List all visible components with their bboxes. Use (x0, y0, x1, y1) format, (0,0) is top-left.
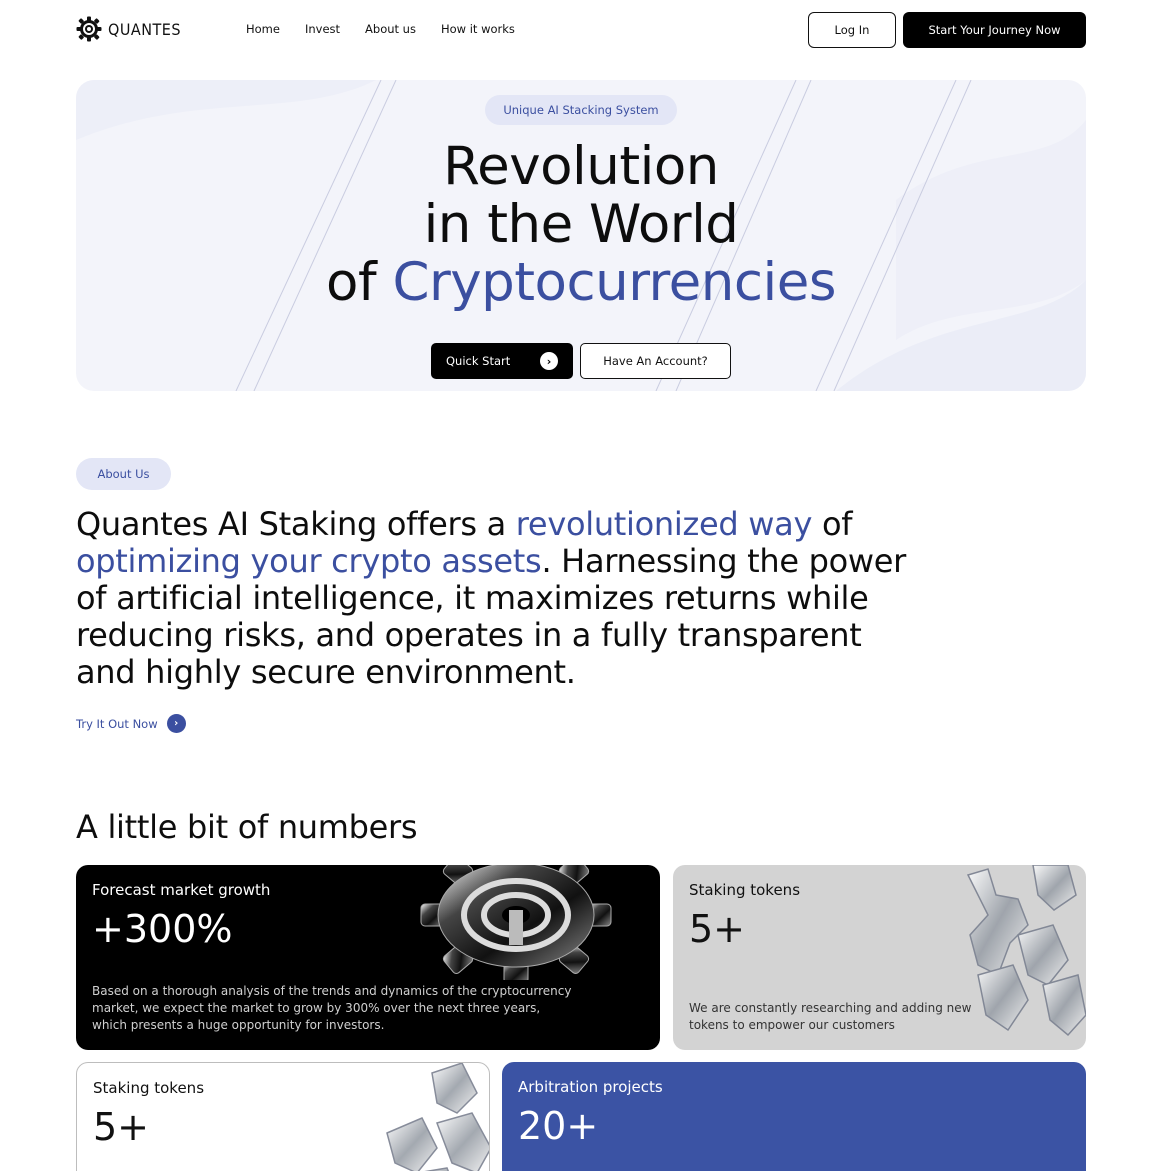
stat-value: 5+ (93, 1105, 150, 1149)
hero-title-accent: Cryptocurrencies (392, 252, 836, 313)
stat-label: Arbitration projects (518, 1078, 663, 1096)
login-button[interactable]: Log In (808, 12, 896, 48)
quick-start-button[interactable]: Quick Start › (431, 343, 573, 379)
chevron-right-icon: › (166, 714, 186, 733)
nav-invest[interactable]: Invest (305, 22, 340, 36)
hero-title-line-3-prefix: of (326, 252, 393, 313)
hero-section: Unique AI Stacking System Revolution in … (76, 80, 1086, 391)
try-it-out-label: Try It Out Now (76, 716, 158, 731)
stat-label: Staking tokens (689, 881, 801, 899)
hero-title-line-2: in the World (423, 194, 739, 255)
about-accent-1: revolutionized way (515, 505, 813, 543)
gear-3d-icon (420, 865, 612, 980)
hero-title: Revolution in the World of Cryptocurrenc… (76, 138, 1086, 312)
nav-about-us[interactable]: About us (365, 22, 416, 36)
stat-label: Forecast market growth (92, 881, 271, 899)
stat-card-staking-tokens-2: Staking tokens 5+ (76, 1062, 490, 1171)
stat-card-staking-tokens: Staking tokens 5+ We are constantly rese… (673, 865, 1086, 1050)
gear-logo-icon (76, 16, 102, 42)
stat-label: Staking tokens (93, 1079, 205, 1097)
site-header: QUANTES Home Invest About us How it work… (0, 0, 1163, 62)
hero-badge: Unique AI Stacking System (485, 95, 677, 125)
quick-start-label: Quick Start (446, 354, 511, 368)
about-badge: About Us (76, 458, 171, 490)
about-accent-2: optimizing your crypto assets (76, 542, 542, 580)
logo[interactable]: QUANTES (76, 16, 181, 42)
nav-how-it-works[interactable]: How it works (441, 22, 515, 36)
stat-description: We are constantly researching and adding… (689, 1001, 972, 1032)
stat-description: Based on a thorough analysis of the tren… (92, 984, 572, 1032)
stat-value: +300% (92, 907, 233, 951)
stat-value: 5+ (689, 907, 746, 951)
about-text-part-2: of (812, 505, 853, 543)
stat-card-market-growth: Forecast market growth +300% Based on a … (76, 865, 660, 1050)
nav-home[interactable]: Home (246, 22, 280, 36)
hero-title-line-1: Revolution (443, 136, 719, 197)
have-account-button[interactable]: Have An Account? (580, 343, 731, 379)
logo-text: QUANTES (108, 19, 181, 39)
start-journey-button[interactable]: Start Your Journey Now (903, 12, 1086, 48)
main-nav: Home Invest About us How it works (246, 22, 540, 36)
stat-value: 20+ (518, 1104, 599, 1148)
try-it-out-link[interactable]: Try It Out Now › (76, 714, 186, 733)
chevron-right-icon: › (540, 352, 558, 370)
numbers-title: A little bit of numbers (76, 808, 418, 846)
stat-card-arbitration-projects: Arbitration projects 20+ (502, 1062, 1086, 1171)
about-text-part-1: Quantes AI Staking offers a (76, 505, 516, 543)
about-paragraph: Quantes AI Staking offers a revolutioniz… (76, 506, 916, 691)
glass-gear-icon (386, 1063, 489, 1171)
